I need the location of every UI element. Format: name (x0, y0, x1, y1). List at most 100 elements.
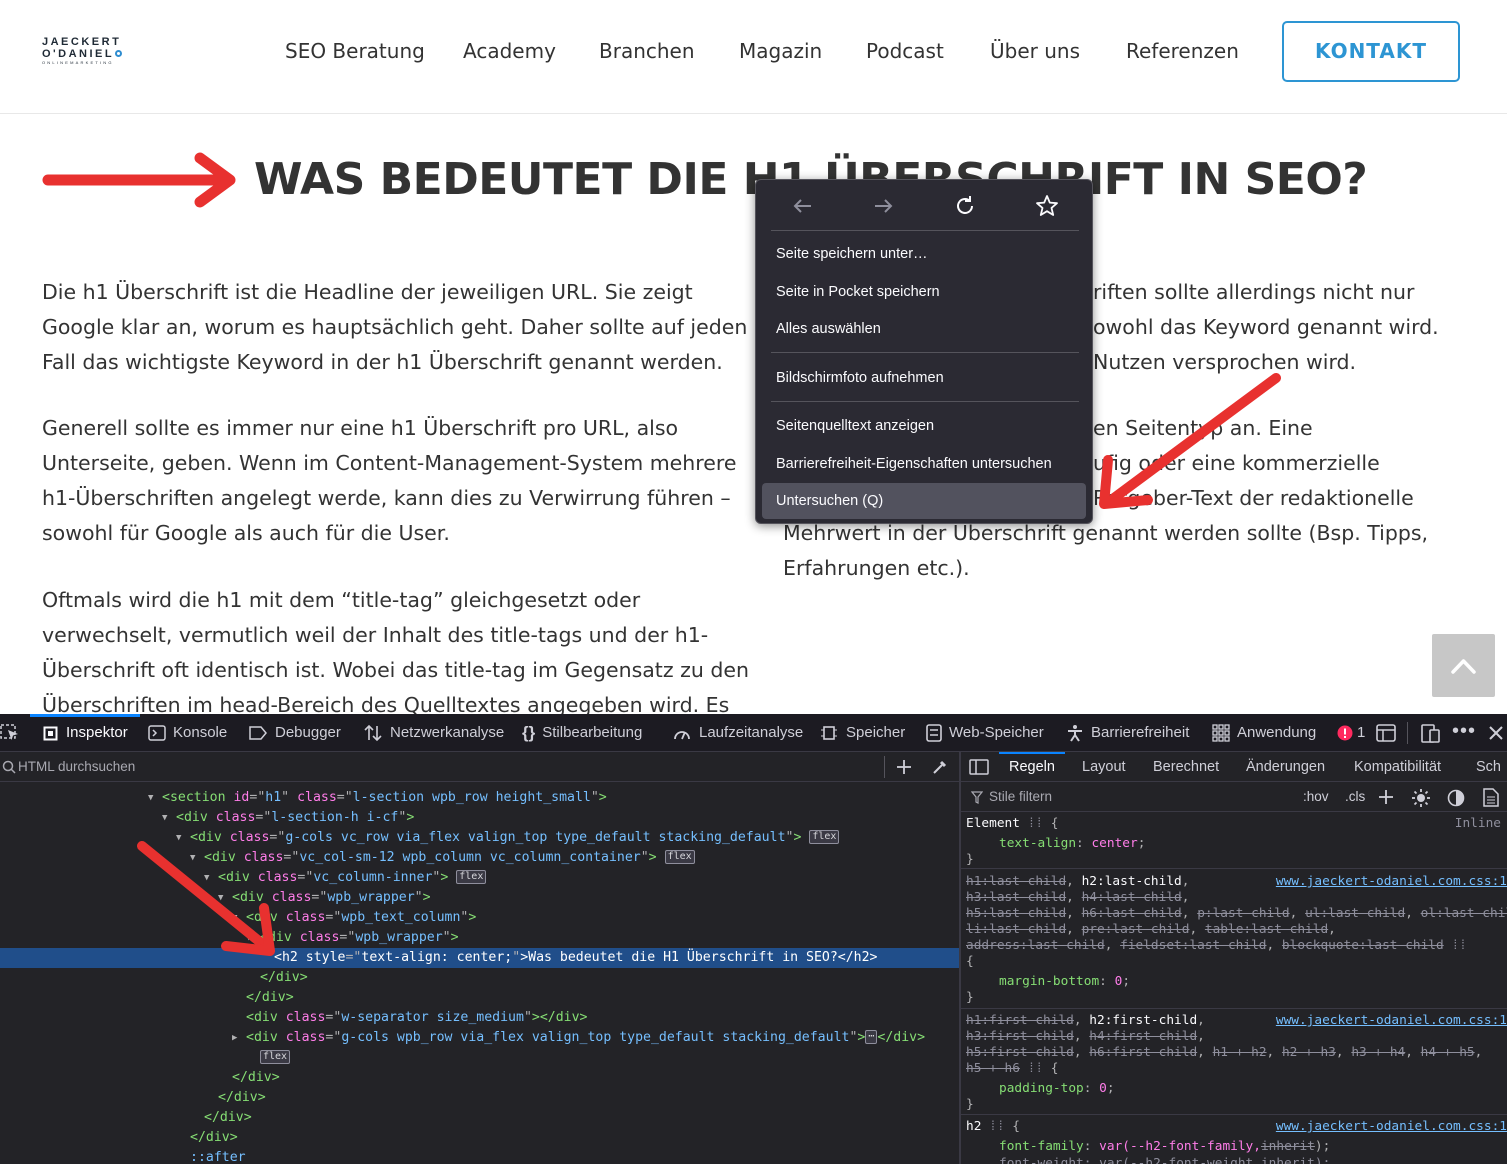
reload-icon[interactable] (952, 193, 978, 219)
tab-label: Barrierefreiheit (1091, 724, 1190, 741)
tab-barrierefreiheit[interactable]: Barrierefreiheit (1066, 714, 1189, 752)
rule-source-link[interactable]: www.jaeckert-odaniel.com.css:1 (1276, 874, 1507, 890)
scroll-to-top-button[interactable] (1432, 634, 1495, 697)
tab-konsole[interactable]: Konsole (148, 714, 227, 752)
flex-badge[interactable]: flex (456, 870, 487, 884)
element-rule-declaration[interactable]: text-align: center; (999, 836, 1145, 852)
expand-arrow-right-icon[interactable]: ▶ (232, 1028, 237, 1048)
toggle-sidebar-icon[interactable] (969, 759, 989, 775)
tab-stilbearbeitung[interactable]: {} Stilbearbeitung (522, 714, 642, 752)
menu-item-select-all[interactable]: Alles auswählen (762, 311, 1086, 347)
classes-button[interactable]: .cls (1345, 789, 1365, 804)
expand-arrow-down-icon[interactable]: ▼ (148, 788, 153, 808)
markup-node-row[interactable]: </div> (0, 1068, 959, 1088)
add-node-icon[interactable] (896, 759, 912, 775)
close-icon[interactable] (1488, 725, 1504, 741)
markup-node-row[interactable]: </div> (0, 1128, 959, 1148)
nav-seo-beratung[interactable]: SEO Beratung (285, 39, 425, 67)
closing-tag: </div> (204, 1110, 252, 1125)
menu-item-view-source[interactable]: Seitenquelltext anzeigen (762, 408, 1086, 444)
rule-separator (961, 1008, 1507, 1009)
menu-item-screenshot[interactable]: Bildschirmfoto aufnehmen (762, 360, 1086, 396)
tab-laufzeitanalyse[interactable]: Laufzeitanalyse (672, 714, 803, 752)
html-search-input[interactable]: HTML durchsuchen (18, 759, 135, 774)
forward-icon[interactable] (870, 193, 896, 219)
tab-speicher[interactable]: Speicher (819, 714, 905, 752)
text-line: h1-Überschriften angelegt werde, kann di… (42, 486, 731, 510)
flex-badge[interactable]: flex (664, 850, 695, 864)
nav-ueber-uns[interactable]: Über uns (990, 39, 1080, 67)
flex-badge[interactable]: flex (809, 830, 840, 844)
devtools-panel: Inspektor Konsole Debugger Netzwerkanaly… (0, 714, 1507, 1164)
split-console-icon[interactable] (1376, 724, 1396, 742)
tab-layout[interactable]: Layout (1082, 752, 1126, 782)
error-count[interactable]: 1 (1337, 714, 1365, 752)
css-value: center (1091, 836, 1138, 851)
eyedropper-icon[interactable] (931, 758, 949, 776)
chevron-up-icon (1451, 659, 1476, 674)
styles-filter-input[interactable]: Stile filtern (989, 789, 1052, 804)
back-icon[interactable] (790, 193, 816, 219)
markup-node-row[interactable]: </div> (0, 968, 959, 988)
expand-arrow-down-icon[interactable]: ▼ (162, 808, 167, 828)
collapsed-children-badge[interactable]: ⋯ (865, 1030, 878, 1044)
rule-declaration-partial[interactable]: font-weight: var(--h2-font-weight,inheri… (999, 1156, 1330, 1164)
markup-node-row[interactable]: flex (0, 1048, 959, 1068)
flex-badge[interactable]: flex (260, 1050, 291, 1064)
nav-referenzen[interactable]: Referenzen (1126, 39, 1239, 67)
kontakt-button[interactable]: KONTAKT (1282, 21, 1460, 82)
styles-filter-bar: Stile filtern :hov .cls (961, 782, 1507, 812)
element-picker-icon[interactable] (0, 724, 20, 742)
attr-value: wpb_wrapper (355, 930, 443, 945)
menu-item-inspect-accessibility[interactable]: Barrierefreiheit-Eigenschaften untersuch… (762, 446, 1086, 482)
tab-anwendung[interactable]: Anwendung (1212, 714, 1316, 752)
rule-declaration[interactable]: padding-top: 0; (999, 1081, 1115, 1097)
bookmark-star-icon[interactable] (1034, 193, 1060, 219)
attr-quote: " (414, 890, 423, 905)
hover-state-button[interactable]: :hov (1303, 789, 1329, 804)
nav-magazin[interactable]: Magazin (739, 39, 822, 67)
markup-node-row[interactable]: <div class="w-separator size_medium"></d… (0, 1008, 959, 1028)
tab-kompatibilitaet[interactable]: Kompatibilität (1354, 752, 1441, 782)
markup-node-row[interactable]: </div> (0, 1108, 959, 1128)
rule-declaration[interactable]: font-family: var(--h2-font-family,inheri… (999, 1139, 1330, 1155)
nav-podcast[interactable]: Podcast (866, 39, 944, 67)
light-mode-icon[interactable] (1411, 788, 1431, 808)
tab-label: Stilbearbeitung (542, 724, 643, 741)
rule-selector-line: li:last-child, pre:last-child, table:las… (966, 922, 1336, 937)
nav-academy[interactable]: Academy (463, 39, 556, 67)
tab-inspektor[interactable]: Inspektor (42, 714, 128, 752)
tab-aenderungen[interactable]: Änderungen (1246, 752, 1325, 782)
add-rule-icon[interactable] (1378, 789, 1394, 805)
attr-quote: " (640, 850, 649, 865)
tab-berechnet[interactable]: Berechnet (1153, 752, 1219, 782)
menu-item-save-page[interactable]: Seite speichern unter… (762, 236, 1086, 272)
responsive-design-icon[interactable] (1421, 724, 1441, 744)
markup-node-row[interactable]: ▼ <section id="h1" class="l-section wpb_r… (0, 788, 959, 808)
text-line: sowohl für Google als auch für die User. (42, 521, 450, 545)
tab-debugger[interactable]: Debugger (248, 714, 341, 752)
tab-regeln[interactable]: Regeln (999, 752, 1065, 782)
tab-web-speicher[interactable]: Web-Speicher (926, 714, 1044, 752)
logo[interactable]: JAECKERT O'DANIEL ONLINEMARKETING (42, 36, 142, 66)
more-options-icon[interactable]: ••• (1452, 720, 1476, 743)
text-line: Fall das wichtigste Keyword in der h1 Üb… (42, 350, 723, 374)
menu-item-inspect[interactable]: Untersuchen (Q) (762, 483, 1086, 519)
closing-tag: </div> (246, 990, 294, 1005)
markup-node-row[interactable]: ▶ <div class="g-cols wpb_row via_flex val… (0, 1028, 959, 1048)
tab-netzwerkanalyse[interactable]: Netzwerkanalyse (363, 714, 504, 752)
markup-node-row[interactable]: </div> (0, 988, 959, 1008)
markup-node-row[interactable]: ::after (0, 1148, 959, 1164)
rule-source-link[interactable]: www.jaeckert-odaniel.com.css:1 (1276, 1013, 1507, 1029)
markup-node-row[interactable]: ▼ <div class="l-section-h i-cf"> (0, 808, 959, 828)
dark-mode-icon[interactable] (1447, 789, 1465, 807)
markup-node-row[interactable]: </div> (0, 1088, 959, 1108)
rule-source-link[interactable]: www.jaeckert-odaniel.com.css:1 (1276, 1119, 1507, 1135)
tab-more[interactable]: Sch (1476, 752, 1501, 782)
menu-item-save-to-pocket[interactable]: Seite in Pocket speichern (762, 274, 1086, 310)
print-media-icon[interactable] (1483, 788, 1499, 807)
nav-branchen[interactable]: Branchen (599, 39, 695, 67)
selector: h2 + h3 (1281, 1045, 1336, 1060)
rule-declaration[interactable]: margin-bottom: 0; (999, 974, 1130, 990)
